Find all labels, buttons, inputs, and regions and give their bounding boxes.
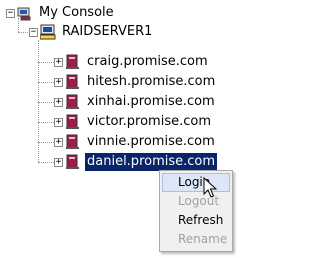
expand-toggle[interactable]: +	[54, 58, 63, 67]
menu-item-rename: Rename	[178, 232, 228, 246]
tree-node-host-selected[interactable]: daniel.promise.com	[65, 152, 218, 172]
collapse-toggle[interactable]: −	[6, 9, 15, 18]
expand-toggle[interactable]: +	[54, 98, 63, 107]
tree-line	[38, 162, 54, 163]
console-icon	[17, 5, 33, 21]
menu-item-refresh[interactable]: Refresh	[160, 211, 232, 230]
host-icon	[65, 54, 81, 70]
tree-node-label: daniel.promise.com	[85, 153, 218, 171]
host-icon	[65, 74, 81, 90]
tree-node-host[interactable]: hitesh.promise.com	[65, 72, 217, 92]
tree-node-my-console[interactable]: My Console	[17, 3, 116, 23]
tree-node-label: My Console	[39, 5, 114, 20]
tree-node-label: vinnie.promise.com	[87, 134, 215, 149]
tree-line	[38, 40, 39, 162]
collapse-toggle[interactable]: −	[29, 28, 38, 37]
host-icon	[65, 154, 81, 170]
expand-toggle[interactable]: +	[54, 158, 63, 167]
tree-line	[38, 122, 54, 123]
host-icon	[65, 134, 81, 150]
expand-toggle[interactable]: +	[54, 138, 63, 147]
tree-line	[38, 102, 54, 103]
tree-node-label: xinhai.promise.com	[87, 94, 215, 109]
tree-node-label: hitesh.promise.com	[87, 74, 216, 89]
server-icon	[40, 24, 56, 40]
context-menu: Login Logout Refresh Rename	[159, 170, 233, 252]
expand-toggle[interactable]: +	[54, 78, 63, 87]
menu-item-login[interactable]: Login	[162, 173, 230, 192]
tree-node-label: RAIDSERVER1	[62, 24, 153, 39]
tree-node-raidserver1[interactable]: RAIDSERVER1	[40, 22, 154, 42]
tree-node-host[interactable]: victor.promise.com	[65, 112, 213, 132]
tree-node-host[interactable]: vinnie.promise.com	[65, 132, 217, 152]
expand-toggle[interactable]: +	[54, 118, 63, 127]
tree-node-host[interactable]: xinhai.promise.com	[65, 92, 217, 112]
tree-node-label: craig.promise.com	[87, 54, 208, 69]
tree-line	[38, 62, 54, 63]
host-icon	[65, 114, 81, 130]
mouse-pointer-icon	[203, 177, 217, 198]
tree-line	[38, 82, 54, 83]
host-icon	[65, 94, 81, 110]
tree-node-label: victor.promise.com	[87, 114, 211, 129]
tree-line	[38, 142, 54, 143]
tree-line	[18, 32, 28, 33]
menu-item-logout: Logout	[178, 194, 220, 208]
tree-node-host[interactable]: craig.promise.com	[65, 52, 210, 72]
